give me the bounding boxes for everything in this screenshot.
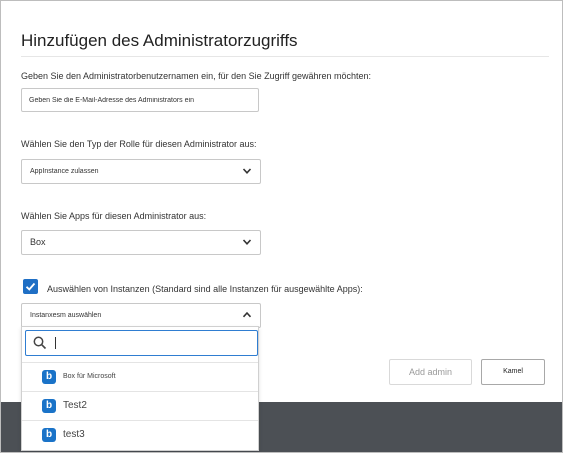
chevron-down-icon <box>242 239 252 245</box>
instance-option-label: test3 <box>63 429 85 440</box>
instance-option[interactable]: b Box für Microsoft <box>22 362 258 391</box>
add-admin-button[interactable]: Add admin <box>389 359 472 385</box>
search-icon <box>33 336 47 350</box>
instance-option-label: Box für Microsoft <box>63 373 116 380</box>
instance-option-label: Test2 <box>63 400 87 411</box>
window-frame: Hinzufügen des Administratorzugriffs Geb… <box>0 0 563 453</box>
text-cursor <box>55 337 56 349</box>
box-app-icon: b <box>42 370 56 384</box>
instances-checkbox[interactable] <box>23 279 38 294</box>
username-label: Geben Sie den Administratorbenutzernamen… <box>21 71 372 81</box>
role-label: Wählen Sie den Typ der Rolle für diesen … <box>21 139 257 149</box>
instances-select-value: Instanxesm auswählen <box>30 312 102 319</box>
checkmark-icon <box>25 282 36 291</box>
instances-search-input[interactable] <box>25 330 258 356</box>
cancel-button[interactable]: Kamel <box>481 359 545 385</box>
instances-select[interactable]: Instanxesm auswählen <box>21 303 261 328</box>
instance-option[interactable]: b test3 <box>22 420 258 449</box>
admin-email-input[interactable] <box>21 88 259 112</box>
box-app-icon: b <box>42 428 56 442</box>
title-divider <box>21 56 549 57</box>
chevron-down-icon <box>242 168 252 174</box>
apps-select[interactable]: Box <box>21 230 261 255</box>
chevron-up-icon <box>242 311 252 318</box>
apps-label: Wählen Sie Apps für diesen Administrator… <box>21 211 207 221</box>
role-select[interactable]: AppInstance zulassen <box>21 159 261 184</box>
instances-dropdown: b Box für Microsoft b Test2 b test3 <box>21 326 259 451</box>
box-app-icon: b <box>42 399 56 413</box>
instances-label: Auswählen von Instanzen (Standard sind a… <box>47 284 363 294</box>
role-select-value: AppInstance zulassen <box>30 168 99 175</box>
apps-select-value: Box <box>30 237 46 247</box>
instance-option[interactable]: b Test2 <box>22 391 258 420</box>
dialog-title: Hinzufügen des Administratorzugriffs <box>21 31 298 50</box>
